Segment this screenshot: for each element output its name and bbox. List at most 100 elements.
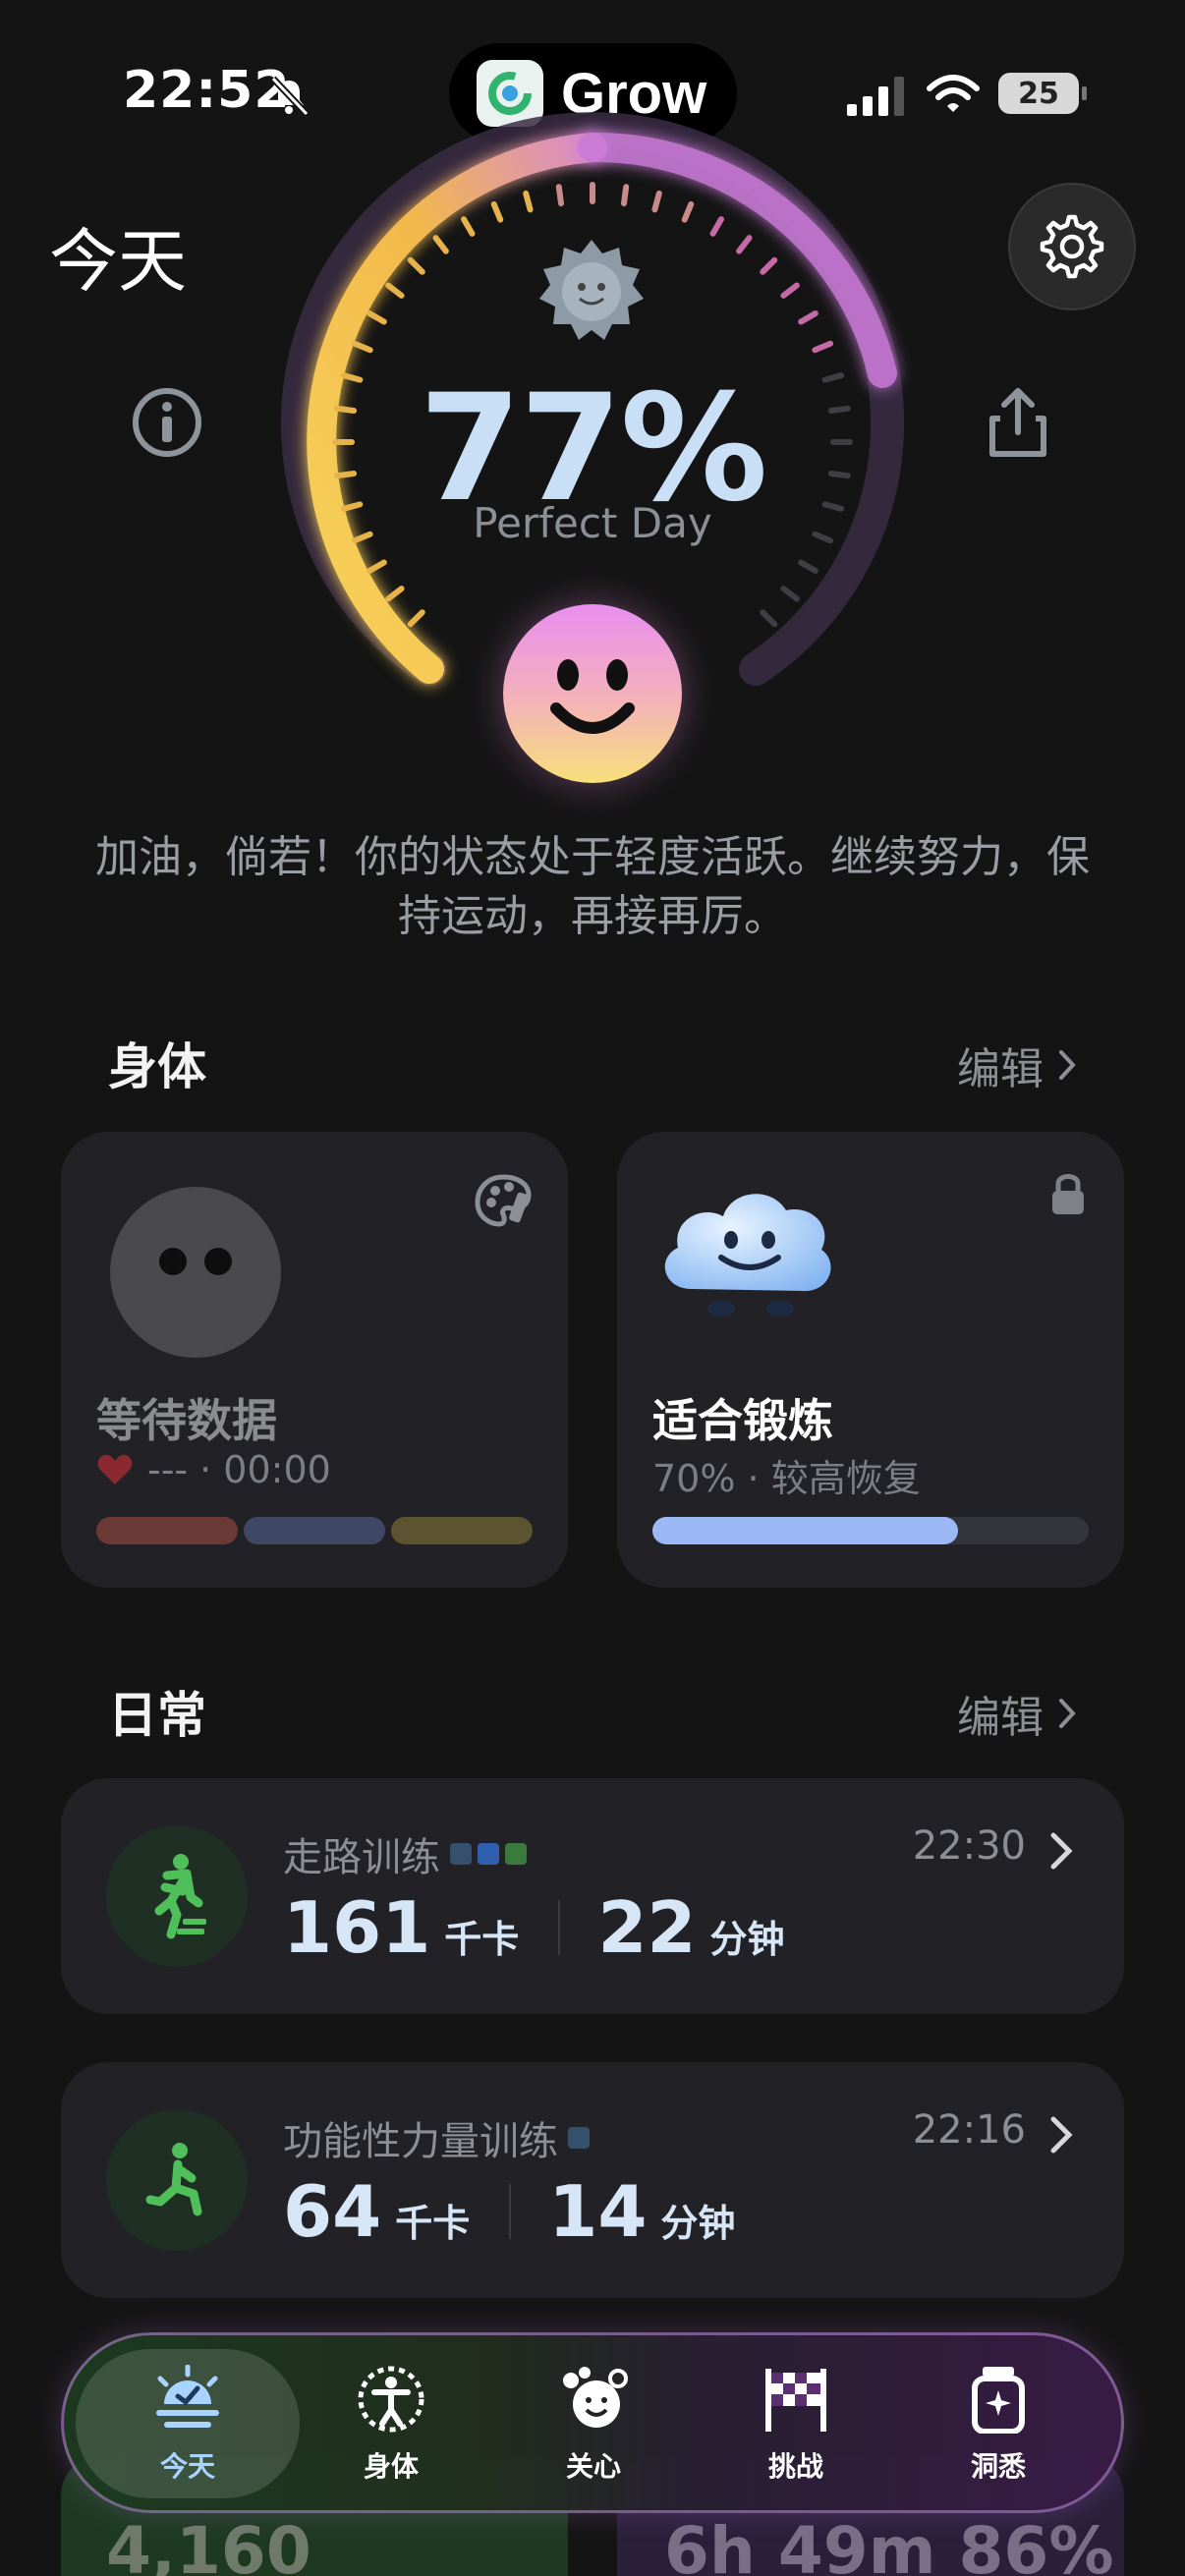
tag-marker: [505, 1843, 527, 1865]
palette-icon[interactable]: [474, 1173, 533, 1228]
mood-face[interactable]: [503, 604, 682, 783]
jar-icon: [972, 2367, 1025, 2434]
heart-icon: [97, 1454, 133, 1484]
heart-data-card[interactable]: 等待数据 --- · 00:00: [61, 1132, 568, 1588]
gear-icon: [1040, 214, 1104, 279]
minutes-value: 14: [548, 2170, 648, 2253]
activity-time: 22:30: [912, 1823, 1026, 1869]
motivation-text: 加油，倘若！你的状态处于轻度活跃。继续努力，保持运动，再接再厉。: [95, 832, 1090, 941]
dial-tick: [461, 216, 476, 237]
kcal-unit: 千卡: [395, 2202, 471, 2245]
dial-tick: [736, 235, 753, 254]
tab-label: 今天: [159, 2450, 215, 2483]
info-icon[interactable]: [128, 383, 206, 462]
sun-badge-icon: [539, 240, 644, 340]
dial-tick: [760, 256, 778, 275]
dial-tick: [651, 190, 662, 213]
tab-insight[interactable]: 洞悉: [915, 2365, 1082, 2492]
care-icon: [563, 2367, 628, 2428]
dial-tick: [367, 310, 387, 325]
daily-edit-link[interactable]: 编辑: [957, 1682, 1077, 1745]
zone-bar-yellow: [391, 1517, 533, 1544]
lock-icon: [1052, 1174, 1084, 1214]
readiness-sub: 70% · 较高恢复: [652, 1457, 921, 1500]
cloud-mascot-icon: [664, 1194, 831, 1316]
divider: [509, 2184, 512, 2239]
waiting-face-icon: [110, 1187, 281, 1358]
kcal-value: 161: [283, 1886, 431, 1969]
sun-icon: [156, 2365, 219, 2428]
settings-button[interactable]: [1008, 183, 1136, 310]
dial-tick: [385, 282, 405, 299]
kcal-value: 64: [283, 2170, 382, 2253]
kcal-unit: 千卡: [444, 1918, 520, 1961]
minutes-unit: 分钟: [709, 1918, 785, 1961]
page-title: 今天: [49, 221, 187, 302]
walking-icon: [106, 1825, 248, 1967]
share-icon[interactable]: [979, 383, 1057, 462]
tag-marker: [568, 2127, 590, 2149]
activity-stats: 161 千卡 22 分钟: [283, 1886, 824, 1969]
dial-tick: [385, 586, 405, 602]
tab-label: 关心: [565, 2450, 621, 2483]
heart-card-title: 等待数据: [96, 1394, 277, 1447]
tab-body[interactable]: 身体: [308, 2365, 475, 2492]
body-icon: [358, 2366, 424, 2433]
score-label: Perfect Day: [473, 499, 712, 547]
chevron-right-icon: [1050, 1832, 1073, 1870]
activity-row-walking[interactable]: 走路训练 22:30 161 千卡 22 分钟: [61, 1778, 1124, 2014]
dial-tick: [798, 310, 818, 325]
dial-tick: [490, 200, 504, 223]
edit-label: 编辑: [957, 1044, 1044, 1094]
zone-bar-blue: [244, 1517, 385, 1544]
body-section-title: 身体: [108, 1038, 206, 1095]
steps-peek-value: 4,160: [106, 2513, 311, 2576]
dial-tick: [681, 200, 695, 223]
tab-label: 挑战: [767, 2450, 823, 2483]
readiness-title: 适合锻炼: [652, 1394, 833, 1447]
readiness-progress-fill: [652, 1517, 958, 1544]
body-edit-link[interactable]: 编辑: [957, 1034, 1077, 1096]
activity-time: 22:16: [912, 2107, 1026, 2153]
tab-care[interactable]: 关心: [510, 2365, 677, 2492]
minutes-unit: 分钟: [660, 2202, 736, 2245]
heart-card-sub: --- · 00:00: [96, 1448, 331, 1491]
dial-tick: [798, 559, 818, 574]
daily-section-title: 日常: [108, 1687, 206, 1744]
dial-tick: [780, 586, 800, 602]
readiness-card[interactable]: 适合锻炼 70% · 较高恢复: [617, 1132, 1124, 1588]
tag-marker: [478, 1843, 499, 1865]
dial-tick: [351, 340, 373, 354]
edit-label: 编辑: [957, 1693, 1044, 1743]
dial-tick: [407, 256, 425, 275]
dial-tick: [555, 184, 565, 207]
minutes-value: 22: [597, 1886, 697, 1969]
divider: [558, 1900, 561, 1955]
dial-tick: [780, 282, 800, 299]
tab-today[interactable]: 今天: [104, 2365, 271, 2492]
sleep-peek-value: 6h 49m 86%: [664, 2513, 1114, 2576]
dial-tick: [709, 216, 724, 237]
chevron-right-icon: [1050, 2116, 1073, 2154]
dial-tick: [367, 559, 387, 574]
activity-stats: 64 千卡 14 分钟: [283, 2170, 774, 2253]
dial-tick: [523, 190, 534, 213]
chevron-right-icon: [1059, 1699, 1076, 1728]
activity-name: 功能性力量训练: [283, 2109, 590, 2166]
flag-icon: [765, 2369, 826, 2432]
chevron-right-icon: [1059, 1050, 1076, 1080]
activity-row-strength[interactable]: 功能性力量训练 22:16 64 千卡 14 分钟: [61, 2062, 1124, 2298]
readiness-progress: [652, 1517, 1089, 1544]
dial-tick: [760, 609, 778, 628]
tab-label: 洞悉: [970, 2450, 1026, 2483]
tab-challenge[interactable]: 挑战: [712, 2365, 879, 2492]
zone-bar-red: [96, 1517, 238, 1544]
tag-marker: [450, 1843, 472, 1865]
dial-tick: [812, 340, 834, 354]
dial-tick: [407, 609, 425, 628]
dial-tick: [620, 184, 630, 207]
tab-bar: 今天 身体 关心 挑战 洞悉: [61, 2332, 1124, 2513]
dial-tick: [432, 235, 449, 254]
lunge-icon: [106, 2109, 248, 2251]
activity-name: 走路训练: [283, 1825, 527, 1882]
